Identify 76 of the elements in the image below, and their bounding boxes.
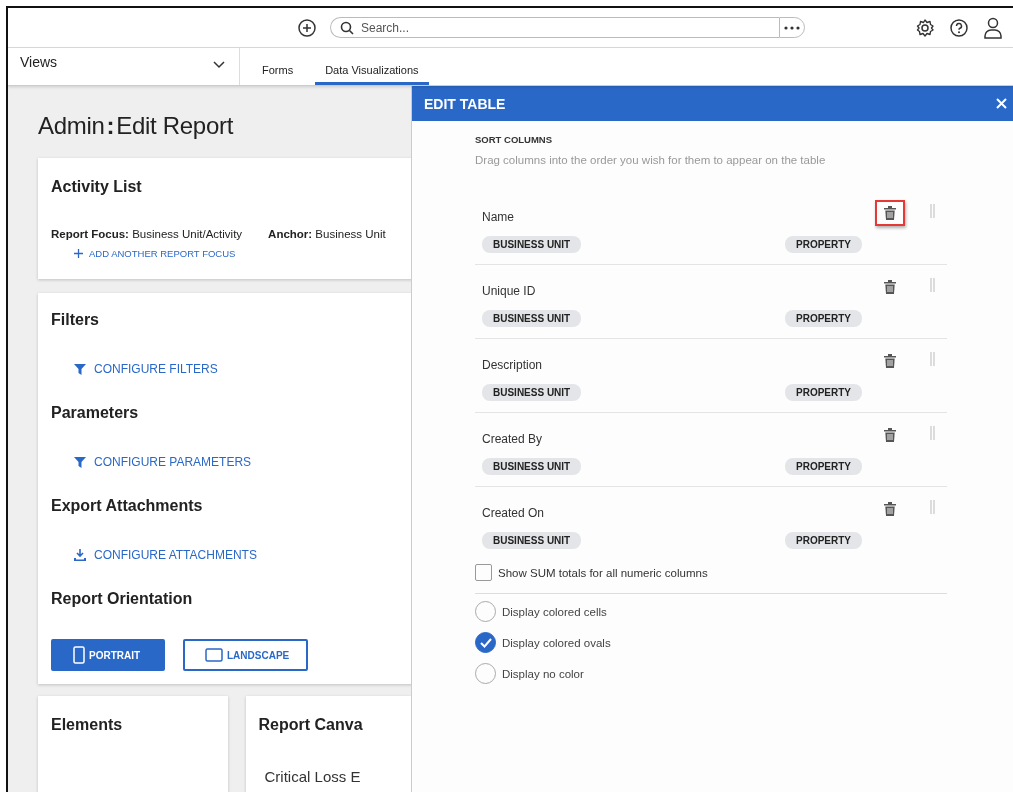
checkbox[interactable] <box>475 564 492 581</box>
filter-icon <box>74 363 86 375</box>
drag-handle-icon[interactable] <box>930 500 935 514</box>
type-tag: PROPERTY <box>785 236 862 253</box>
search-icon <box>340 21 354 35</box>
check-icon <box>479 637 492 648</box>
column-row[interactable]: Name BUSINESS UNIT PROPERTY <box>475 191 947 265</box>
panel-title: EDIT TABLE <box>424 95 506 112</box>
source-tag: BUSINESS UNIT <box>482 384 582 401</box>
add-focus-link[interactable]: ADD ANOTHER REPORT FOCUS <box>74 248 411 259</box>
plus-icon <box>74 249 83 258</box>
nav-tab[interactable]: Forms <box>252 48 304 85</box>
filter-icon <box>74 456 86 468</box>
color-option-radio[interactable]: Display colored cells <box>475 601 947 622</box>
source-tag: BUSINESS UNIT <box>482 236 582 253</box>
card-title: Report Canva <box>258 716 364 734</box>
close-icon <box>996 98 1007 109</box>
configure-link[interactable]: CONFIGURE ATTACHMENTS <box>74 548 411 562</box>
delete-button[interactable] <box>875 200 905 226</box>
user-icon[interactable] <box>983 16 1003 39</box>
column-row[interactable]: Created By BUSINESS UNIT PROPERTY <box>475 413 947 487</box>
trash-icon <box>884 502 896 516</box>
anchor-text: Anchor: Business Unit <box>268 228 386 240</box>
search-field[interactable]: Search... <box>330 17 779 38</box>
help-icon[interactable] <box>949 17 969 38</box>
drag-handle-icon[interactable] <box>930 278 935 292</box>
color-option-radio[interactable]: Display colored ovals <box>475 632 947 653</box>
type-tag: PROPERTY <box>785 310 862 327</box>
column-row[interactable]: Description BUSINESS UNIT PROPERTY <box>475 339 947 413</box>
type-tag: PROPERTY <box>785 532 862 549</box>
orientation-button[interactable]: PORTRAIT <box>51 639 165 671</box>
column-name: Description <box>482 358 543 372</box>
source-tag: BUSINESS UNIT <box>482 458 582 475</box>
column-name: Created By <box>482 432 543 446</box>
section-title: Filters <box>51 311 100 329</box>
card-title: Elements <box>51 716 124 734</box>
section-heading: SORT COLUMNS <box>475 134 554 145</box>
drag-handle-icon[interactable] <box>930 204 935 218</box>
canvas-item: Critical Loss E <box>264 768 362 785</box>
type-tag: PROPERTY <box>785 458 862 475</box>
chevron-down-icon <box>213 61 225 69</box>
column-row[interactable]: Unique ID BUSINESS UNIT PROPERTY <box>475 265 947 339</box>
column-name: Unique ID <box>482 284 536 298</box>
section-title: Parameters <box>51 404 140 422</box>
section-title: Report Orientation <box>51 590 194 608</box>
sum-totals-checkbox[interactable]: Show SUM totals for all numeric columns <box>475 564 947 594</box>
radio-button[interactable] <box>475 632 496 653</box>
add-icon[interactable] <box>297 17 317 38</box>
portrait-icon <box>73 646 85 664</box>
column-name: Created On <box>482 506 545 520</box>
section-title: Export Attachments <box>51 497 204 515</box>
column-row[interactable]: Created On BUSINESS UNIT PROPERTY <box>475 487 947 561</box>
page-title: Admin:Edit Report <box>38 112 235 140</box>
source-tag: BUSINESS UNIT <box>482 532 582 549</box>
drag-handle-icon[interactable] <box>930 352 935 366</box>
views-dropdown[interactable]: Views <box>8 48 240 85</box>
drag-handle-icon[interactable] <box>930 426 935 440</box>
configure-link[interactable]: CONFIGURE PARAMETERS <box>74 455 411 469</box>
source-tag: BUSINESS UNIT <box>482 310 582 327</box>
card-title: Activity List <box>51 178 143 196</box>
close-button[interactable] <box>994 96 1009 111</box>
hint-text: Drag columns into the order you wish for them to appear on the table <box>475 154 827 166</box>
color-option-radio[interactable]: Display no color <box>475 663 947 684</box>
more-icon <box>784 25 800 30</box>
configure-link[interactable]: CONFIGURE FILTERS <box>74 362 411 376</box>
trash-icon <box>884 428 896 442</box>
trash-icon <box>884 354 896 368</box>
trash-icon <box>884 206 896 220</box>
download-icon <box>74 549 86 561</box>
landscape-icon <box>205 648 223 662</box>
settings-icon[interactable] <box>915 17 935 38</box>
orientation-button[interactable]: LANDSCAPE <box>183 639 308 671</box>
type-tag: PROPERTY <box>785 384 862 401</box>
column-name: Name <box>482 210 514 224</box>
trash-icon <box>884 280 896 294</box>
report-focus-text: Report Focus: Business Unit/Activity <box>51 228 243 240</box>
